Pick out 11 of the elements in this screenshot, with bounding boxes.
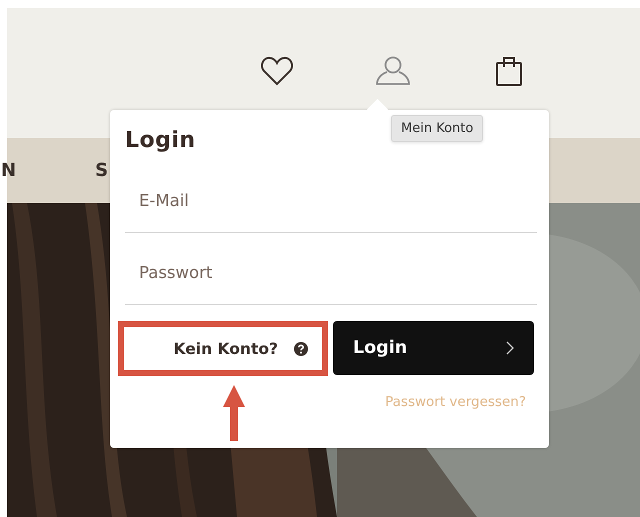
up-arrow-annotation <box>222 385 246 441</box>
login-button[interactable]: Login <box>333 321 534 375</box>
tooltip: Mein Konto <box>391 115 484 142</box>
heart-icon <box>260 55 294 87</box>
nav-item[interactable]: S <box>95 160 110 181</box>
popup-title: Login <box>125 128 196 153</box>
user-icon <box>376 55 410 87</box>
nav-item[interactable]: N <box>1 160 18 181</box>
help-icon <box>294 342 308 356</box>
chevron-right-icon <box>506 341 514 355</box>
shopping-bag-icon <box>495 55 523 87</box>
